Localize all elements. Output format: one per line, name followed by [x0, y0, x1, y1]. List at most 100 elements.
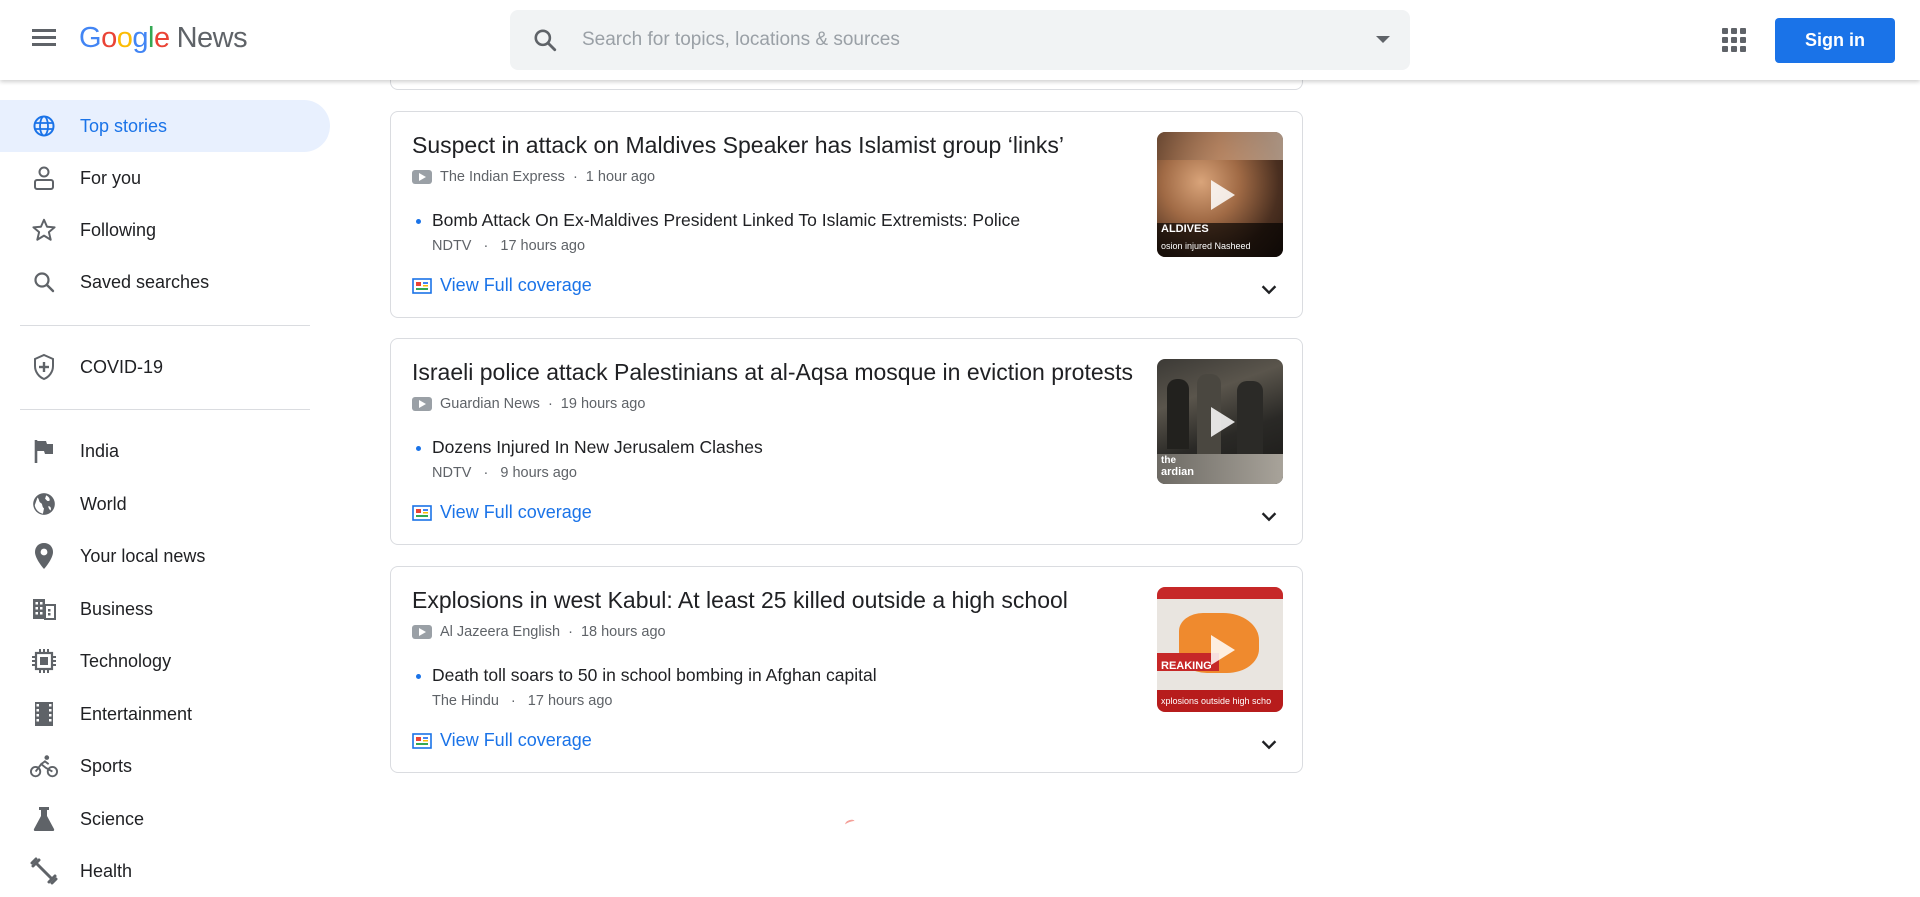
- sidebar-item-entertainment[interactable]: Entertainment: [0, 688, 330, 740]
- search-options-dropdown-icon[interactable]: [1376, 36, 1390, 43]
- sidebar-item-health[interactable]: Health: [0, 845, 330, 897]
- related-article-title[interactable]: Bomb Attack On Ex-Maldives President Lin…: [432, 210, 1020, 231]
- sidebar-item-top-stories[interactable]: Top stories: [0, 100, 330, 152]
- story-headline[interactable]: Israeli police attack Palestinians at al…: [412, 359, 1133, 386]
- sidebar-item-business[interactable]: Business: [0, 583, 330, 635]
- thumbnail-caption: the: [1161, 455, 1176, 466]
- play-icon: [1211, 406, 1235, 437]
- chevron-down-icon[interactable]: [1258, 505, 1280, 527]
- search-input[interactable]: [582, 10, 1342, 70]
- film-icon: [30, 700, 58, 728]
- thumbnail-caption: xplosions outside high scho: [1161, 696, 1272, 706]
- search-icon[interactable]: [532, 27, 558, 53]
- full-coverage-icon: [412, 504, 432, 521]
- search-bar: [510, 10, 1410, 70]
- full-coverage-icon: [412, 732, 432, 749]
- flag-icon: [30, 437, 58, 465]
- thumbnail-caption: ALDIVES: [1161, 223, 1209, 235]
- full-coverage-label: View Full coverage: [440, 730, 592, 750]
- google-apps-icon[interactable]: [1722, 28, 1746, 52]
- sidebar-item-label: World: [80, 493, 127, 514]
- sidebar-item-label: Your local news: [80, 545, 206, 566]
- sidebar-item-label: India: [80, 440, 120, 461]
- dumbbell-icon: [30, 857, 58, 885]
- chevron-down-icon[interactable]: [1258, 278, 1280, 300]
- story-source[interactable]: Guardian News: [440, 396, 540, 412]
- story-headline[interactable]: Suspect in attack on Maldives Speaker ha…: [412, 132, 1064, 159]
- star-icon: [30, 216, 58, 244]
- related-article-source[interactable]: NDTV: [432, 465, 471, 481]
- video-source-icon: [412, 625, 432, 639]
- person-icon: [30, 164, 58, 192]
- sidebar-item-india[interactable]: India: [0, 425, 330, 477]
- sign-in-button[interactable]: Sign in: [1775, 18, 1895, 63]
- world-icon: [30, 490, 58, 518]
- sidebar-item-covid-19[interactable]: COVID-19: [0, 341, 330, 393]
- sidebar-item-sports[interactable]: Sports: [0, 740, 330, 792]
- loading-spinner: [844, 818, 856, 828]
- sidebar-nav: Top stories For you Following Saved sear…: [0, 80, 330, 888]
- story-video-thumbnail[interactable]: the ardian: [1157, 359, 1283, 484]
- thumbnail-caption: osion injured Nasheed: [1161, 241, 1251, 251]
- sidebar-divider: [20, 325, 310, 326]
- related-article-title[interactable]: Death toll soars to 50 in school bombing…: [432, 665, 877, 686]
- globe-icon: [30, 112, 58, 140]
- related-article-time: 17 hours ago: [500, 238, 586, 254]
- related-article-title[interactable]: Dozens Injured In New Jerusalem Clashes: [432, 437, 763, 458]
- sidebar-item-for-you[interactable]: For you: [0, 152, 330, 204]
- story-card: Israeli police attack Palestinians at al…: [390, 338, 1303, 545]
- video-source-icon: [412, 397, 432, 411]
- story-source-row: The Indian Express · 1 hour ago: [412, 169, 655, 185]
- sidebar-item-label: Technology: [80, 650, 172, 671]
- related-article-source[interactable]: The Hindu: [432, 693, 499, 709]
- thumbnail-caption: ardian: [1161, 466, 1195, 478]
- story-headline[interactable]: Explosions in west Kabul: At least 25 ki…: [412, 587, 1068, 614]
- full-coverage-label: View Full coverage: [440, 502, 592, 522]
- full-coverage-label: View Full coverage: [440, 275, 592, 295]
- story-time: 18 hours ago: [580, 624, 666, 640]
- view-full-coverage-link[interactable]: View Full coverage: [412, 275, 592, 296]
- sidebar-item-label: Entertainment: [80, 703, 193, 724]
- sidebar-item-label: Following: [80, 219, 157, 240]
- sidebar-item-label: For you: [80, 167, 142, 188]
- search-icon: [30, 268, 58, 296]
- sidebar-item-saved-searches[interactable]: Saved searches: [0, 256, 330, 308]
- main-menu-icon[interactable]: [28, 26, 60, 54]
- story-card: Suspect in attack on Maldives Speaker ha…: [390, 111, 1303, 318]
- sidebar-item-label: Top stories: [80, 115, 168, 136]
- shield-icon: [30, 353, 58, 381]
- google-news-logo[interactable]: Google News: [79, 22, 248, 55]
- story-time: 1 hour ago: [585, 169, 656, 185]
- view-full-coverage-link[interactable]: View Full coverage: [412, 502, 592, 523]
- play-icon: [1211, 634, 1235, 665]
- story-source[interactable]: The Indian Express: [440, 169, 565, 185]
- sidebar-item-label: COVID-19: [80, 356, 164, 377]
- related-article-time: 9 hours ago: [500, 465, 577, 481]
- story-card: Explosions in west Kabul: At least 25 ki…: [390, 566, 1303, 773]
- chip-icon: [30, 647, 58, 675]
- story-source-row: Guardian News · 19 hours ago: [412, 396, 645, 412]
- sidebar-item-label: Science: [80, 808, 145, 829]
- sidebar-item-following[interactable]: Following: [0, 204, 330, 256]
- story-source[interactable]: Al Jazeera English: [440, 624, 560, 640]
- story-video-thumbnail[interactable]: ALDIVES osion injured Nasheed: [1157, 132, 1283, 257]
- sidebar-item-label: Business: [80, 598, 154, 619]
- story-source-row: Al Jazeera English · 18 hours ago: [412, 624, 666, 640]
- sidebar-item-label: Saved searches: [80, 271, 210, 292]
- sidebar-item-world[interactable]: World: [0, 478, 330, 530]
- sidebar-item-label: Health: [80, 860, 133, 881]
- view-full-coverage-link[interactable]: View Full coverage: [412, 730, 592, 751]
- sidebar-item-technology[interactable]: Technology: [0, 635, 330, 687]
- play-icon: [1211, 179, 1235, 210]
- chevron-down-icon[interactable]: [1258, 733, 1280, 755]
- full-coverage-icon: [412, 277, 432, 294]
- video-source-icon: [412, 170, 432, 184]
- flask-icon: [30, 805, 58, 833]
- sidebar-item-your-local-news[interactable]: Your local news: [0, 530, 330, 582]
- sidebar-divider: [20, 409, 310, 410]
- sidebar-item-label: Sports: [80, 755, 133, 776]
- story-video-thumbnail[interactable]: REAKING xplosions outside high scho: [1157, 587, 1283, 712]
- related-article-source[interactable]: NDTV: [432, 238, 471, 254]
- story-time: 19 hours ago: [560, 396, 646, 412]
- sidebar-item-science[interactable]: Science: [0, 793, 330, 845]
